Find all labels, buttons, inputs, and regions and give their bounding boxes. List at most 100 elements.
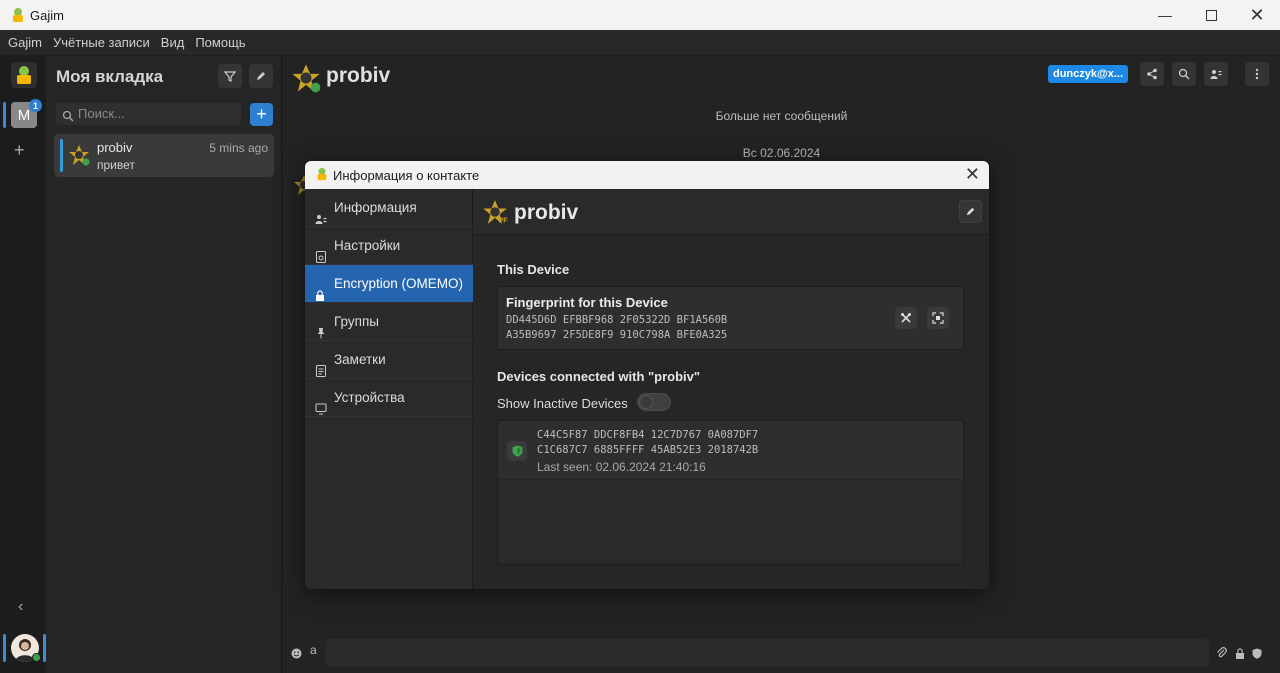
fingerprint-box: Fingerprint for this Device DD445D6D EFB… (497, 286, 964, 350)
fingerprint-line: DD445D6D EFBBF968 2F05322D BF1A560B (506, 314, 728, 326)
maximize-button[interactable] (1188, 0, 1234, 30)
nav-label: Информация (334, 200, 417, 215)
share-button[interactable] (1140, 62, 1164, 86)
search-placeholder: Поиск... (78, 106, 125, 121)
nav-label: Группы (334, 314, 379, 329)
chat-time: 5 mins ago (209, 141, 268, 155)
contact-details-button[interactable] (1204, 62, 1228, 86)
devices-title: Devices connected with "probiv" (497, 369, 701, 384)
devices-list: C44C5F87 DDCF8FB4 12C7D767 0A087DF7 C1C6… (497, 420, 964, 565)
contact-info-dialog: Информация о контакте ✕ Информация Настр… (305, 161, 989, 589)
unread-badge: 1 (29, 99, 42, 112)
menu-help[interactable]: Помощь (195, 35, 245, 50)
device-fingerprint-line: C44C5F87 DDCF8FB4 12C7D767 0A087DF7 (537, 429, 759, 441)
encryption-panel: PF probiv This Device Fingerprint for th… (473, 189, 989, 589)
selected-indicator (60, 139, 63, 172)
attach-icon[interactable] (1216, 646, 1228, 664)
search-input[interactable]: Поиск... (56, 103, 241, 125)
dialog-nav: Информация Настройки Encryption (OMEMO) … (305, 189, 473, 589)
chat-list-item[interactable]: probiv 5 mins ago привет (54, 134, 274, 177)
emoji-icon[interactable] (291, 646, 302, 664)
message-input[interactable] (326, 639, 1209, 667)
window-titlebar: Gajim — ✕ (0, 0, 1280, 30)
nav-info[interactable]: Информация (305, 189, 473, 227)
start-chat-button[interactable]: + (250, 103, 273, 126)
device-fingerprint-line: C1C687C7 6885FFFF 45AB52E3 2018742B (537, 444, 759, 456)
device-row[interactable]: C44C5F87 DDCF8FB4 12C7D767 0A087DF7 C1C6… (498, 421, 963, 480)
collapse-sidebar-button[interactable]: ‹ (18, 598, 23, 616)
lock-icon[interactable] (1235, 646, 1245, 664)
person-card-icon (1210, 70, 1222, 79)
edit-contact-button[interactable] (959, 200, 982, 223)
this-device-title: This Device (497, 262, 570, 277)
search-icon (62, 107, 74, 129)
fingerprint-line: A35B9697 2F5DE8F9 910C798A BFE0A325 (506, 329, 728, 341)
account-indicator (3, 634, 6, 662)
add-workspace-button[interactable]: + (14, 140, 25, 161)
qr-scan-icon (932, 312, 944, 324)
window-title: Gajim (30, 8, 64, 23)
encryption-shield-icon[interactable] (1252, 646, 1262, 664)
contact-name: probiv (514, 201, 579, 224)
show-inactive-toggle[interactable] (637, 393, 671, 411)
minimize-button[interactable]: — (1142, 0, 1188, 30)
shield-verified-icon (512, 445, 522, 457)
nav-label: Настройки (334, 238, 401, 253)
no-more-messages: Больше нет сообщений (715, 109, 848, 123)
nav-label: Заметки (334, 352, 386, 367)
gajim-logo-icon (17, 66, 31, 84)
gajim-logo-icon (315, 167, 329, 184)
contact-avatar (68, 144, 90, 171)
chat-list-sidebar: Моя вкладка Поиск... + probiv 5 mins ago… (46, 56, 282, 673)
account-badge: dunczyk@x... (1048, 65, 1128, 83)
trust-shield-button[interactable] (507, 441, 527, 461)
contact-avatar[interactable] (291, 63, 321, 98)
contact-avatar: PF (482, 199, 508, 230)
edit-workspace-button[interactable] (249, 64, 273, 88)
menu-accounts[interactable]: Учётные записи (53, 35, 150, 50)
date-separator: Вс 02.06.2024 (742, 146, 821, 160)
workspace-active-indicator (3, 102, 6, 128)
close-dialog-button[interactable]: ✕ (965, 164, 980, 185)
nav-settings[interactable]: Настройки (305, 227, 473, 265)
nav-notes[interactable]: Заметки (305, 341, 473, 379)
show-inactive-label: Show Inactive Devices (497, 396, 628, 411)
filter-icon (224, 71, 236, 82)
chat-title: probiv (326, 64, 391, 87)
gajim-logo-icon (10, 7, 26, 26)
chat-last-message: привет (97, 158, 135, 172)
workspace-strip: M 1 + ‹ (0, 56, 46, 673)
nav-label: Устройства (334, 390, 405, 405)
nav-devices[interactable]: Устройства (305, 379, 473, 417)
message-input-bar: a (283, 634, 1280, 673)
qr-code-button[interactable] (927, 307, 949, 329)
close-window-button[interactable]: ✕ (1234, 0, 1280, 30)
fingerprint-label: Fingerprint for this Device (506, 295, 668, 310)
format-text-icon[interactable]: a (310, 643, 317, 657)
contact-header: PF probiv (473, 189, 989, 235)
nav-groups[interactable]: Группы (305, 303, 473, 341)
nav-encryption[interactable]: Encryption (OMEMO) (305, 265, 473, 303)
share-icon (1147, 68, 1157, 80)
pencil-icon (966, 207, 975, 216)
menu-view[interactable]: Вид (161, 35, 185, 50)
nav-label: Encryption (OMEMO) (334, 276, 464, 291)
filter-button[interactable] (218, 64, 242, 88)
dialog-title: Информация о контакте (333, 168, 480, 183)
tools-icon (901, 313, 911, 323)
workspace-title: Моя вкладка (56, 67, 164, 86)
manage-trust-button[interactable] (895, 307, 917, 329)
menu-gajim[interactable]: Gajim (8, 35, 42, 50)
online-status-icon (32, 653, 41, 662)
more-vertical-icon (1255, 68, 1259, 80)
dialog-titlebar: Информация о контакте ✕ (305, 161, 989, 189)
gajim-home-button[interactable] (11, 62, 37, 88)
svg-text:PF: PF (499, 217, 508, 225)
search-icon (1178, 68, 1190, 80)
search-chat-button[interactable] (1172, 62, 1196, 86)
more-menu-button[interactable] (1245, 62, 1269, 86)
device-last-seen: Last seen: 02.06.2024 21:40:16 (537, 460, 706, 474)
account-avatar-button[interactable] (3, 632, 46, 664)
monitor-icon (315, 392, 327, 430)
pencil-icon (257, 72, 265, 80)
